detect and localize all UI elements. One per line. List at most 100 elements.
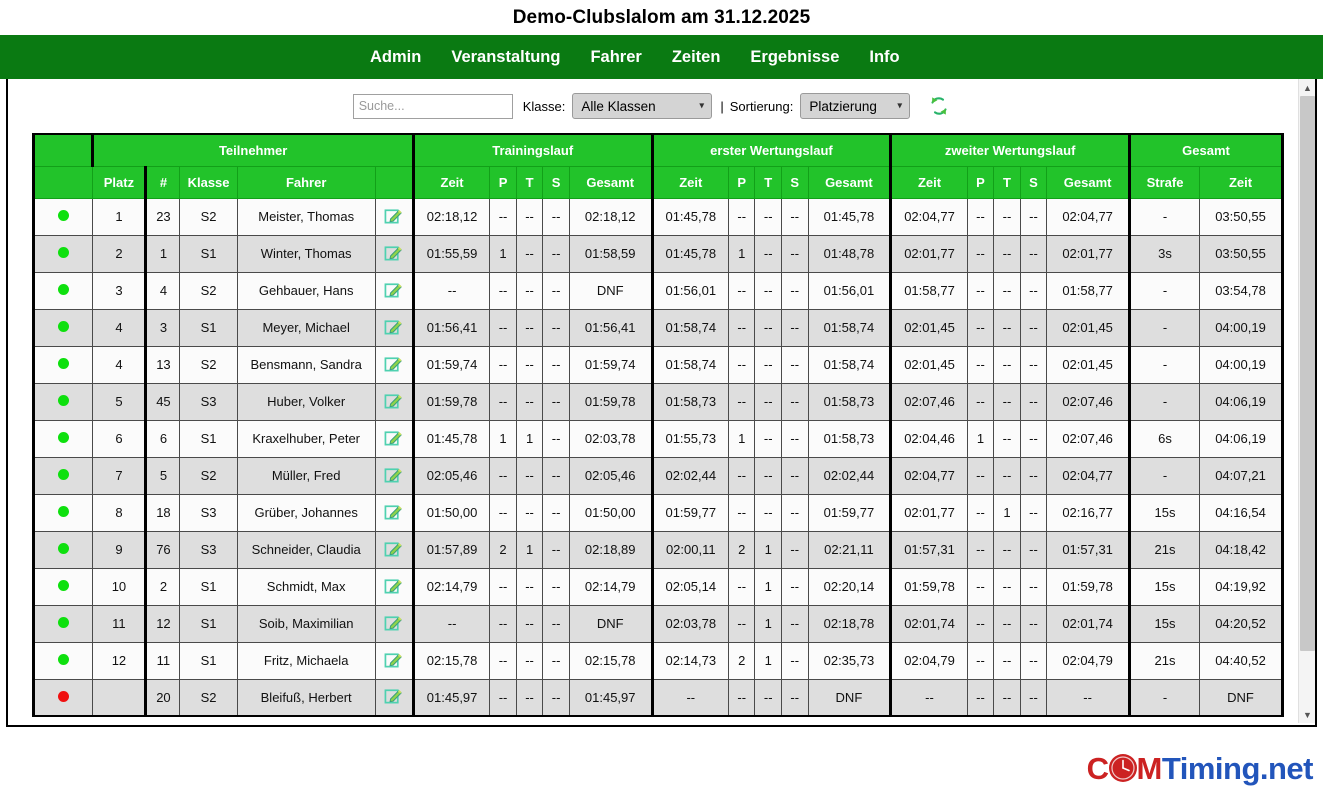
edit-driver-button[interactable] (374, 345, 415, 384)
cell-w1-p: -- (727, 271, 756, 310)
col-fahrer[interactable]: Fahrer (236, 165, 376, 199)
edit-driver-button[interactable] (374, 456, 415, 495)
col-platz[interactable]: Platz (92, 165, 147, 199)
col-tr-gesamt[interactable]: Gesamt (568, 165, 654, 199)
cell-w1-p: -- (727, 493, 756, 532)
edit-driver-button[interactable] (374, 382, 415, 421)
edit-pencil-icon[interactable] (384, 576, 403, 595)
sortierung-select[interactable]: Platzierung ▾ (800, 93, 911, 119)
refresh-icon[interactable] (926, 93, 952, 119)
col-w1-zeit[interactable]: Zeit (651, 165, 729, 199)
edit-driver-button[interactable] (374, 678, 415, 717)
search-input[interactable] (352, 93, 513, 119)
cell-tr-t: -- (515, 641, 544, 680)
cell-w1-zeit: -- (651, 678, 729, 717)
cell-tr-zeit: 01:56,41 (412, 308, 491, 347)
nav-item-fahrer[interactable]: Fahrer (590, 48, 641, 67)
table-row[interactable]: 5 45 S3 Huber, Volker 01:59,78 -- -- -- 01:59,78… (32, 382, 1283, 421)
cell-fahrer: Gehbauer, Hans (236, 271, 376, 310)
cell-fahrer: Schneider, Claudia (236, 530, 376, 569)
chevron-down-icon[interactable]: ▼ (1299, 706, 1315, 723)
table-row[interactable]: 8 18 S3 Grüber, Johannes 01:50,00 -- -- -- 01:50… (32, 493, 1283, 532)
edit-driver-button[interactable] (374, 604, 415, 643)
nav-item-veranstaltung[interactable]: Veranstaltung (451, 48, 560, 67)
cell-w2-zeit: 02:01,77 (890, 493, 968, 532)
nav-item-admin[interactable]: Admin (370, 48, 421, 67)
table-row[interactable]: 3 4 S2 Gehbauer, Hans -- -- -- -- DNF 01:56,01 -- -… (32, 271, 1283, 310)
edit-pencil-icon[interactable] (384, 206, 403, 225)
cell-w1-gesamt: 01:58,74 (807, 345, 893, 384)
edit-driver-button[interactable] (374, 271, 415, 310)
cell-startnumber: 6 (144, 419, 181, 458)
cell-gesamt-zeit: DNF (1199, 678, 1283, 717)
cell-platz: 12 (92, 641, 147, 680)
table-row[interactable]: 9 76 S3 Schneider, Claudia 01:57,89 2 1 -- 02:18… (32, 530, 1283, 569)
edit-pencil-icon[interactable] (384, 465, 403, 484)
cell-klasse: S2 (179, 345, 238, 384)
edit-pencil-icon[interactable] (384, 502, 403, 521)
edit-driver-button[interactable] (374, 419, 415, 458)
col-tr-zeit[interactable]: Zeit (412, 165, 491, 199)
edit-pencil-icon[interactable] (384, 243, 403, 262)
edit-driver-button[interactable] (374, 493, 415, 532)
col-w2-zeit[interactable]: Zeit (890, 165, 968, 199)
cell-w2-zeit: 02:04,77 (890, 197, 968, 236)
vertical-scrollbar[interactable]: ▲ ▼ (1298, 79, 1315, 723)
edit-driver-button[interactable] (374, 641, 415, 680)
scrollbar-thumb[interactable] (1300, 96, 1315, 651)
table-row[interactable]: 7 5 S2 Müller, Fred 02:05,46 -- -- -- 02:05,46 02… (32, 456, 1283, 495)
edit-pencil-icon[interactable] (384, 613, 403, 632)
cell-w2-s: -- (1019, 308, 1048, 347)
cell-w2-gesamt: 01:59,78 (1046, 567, 1131, 606)
nav-item-ergebnisse[interactable]: Ergebnisse (750, 48, 839, 67)
cell-startnumber: 23 (144, 197, 181, 236)
col-strafe[interactable]: Strafe (1128, 165, 1201, 199)
edit-pencil-icon[interactable] (384, 539, 403, 558)
edit-pencil-icon[interactable] (384, 686, 403, 705)
table-row[interactable]: 12 11 S1 Fritz, Michaela 02:15,78 -- -- -- 02:15… (32, 641, 1283, 680)
edit-pencil-icon[interactable] (384, 317, 403, 336)
edit-driver-button[interactable] (374, 308, 415, 347)
edit-pencil-icon[interactable] (384, 391, 403, 410)
table-row[interactable]: 10 2 S1 Schmidt, Max 02:14,79 -- -- -- 02:14,79 0… (32, 567, 1283, 606)
col-startnumber[interactable]: # (144, 165, 181, 199)
nav-item-info[interactable]: Info (869, 48, 899, 67)
edit-driver-button[interactable] (374, 530, 415, 569)
cell-strafe: 15s (1128, 604, 1201, 643)
cell-strafe: - (1128, 271, 1201, 310)
cell-startnumber: 4 (144, 271, 181, 310)
table-row[interactable]: 4 3 S1 Meyer, Michael 01:56,41 -- -- -- 01:56,41… (32, 308, 1283, 347)
cell-w1-zeit: 01:58,73 (651, 382, 729, 421)
edit-pencil-icon[interactable] (384, 280, 403, 299)
cell-strafe: - (1128, 308, 1201, 347)
col-klasse[interactable]: Klasse (179, 165, 238, 199)
cell-w2-zeit: 02:07,46 (890, 382, 968, 421)
cell-w1-gesamt: 01:48,78 (807, 234, 893, 273)
cell-fahrer: Kraxelhuber, Peter (236, 419, 376, 458)
edit-pencil-icon[interactable] (384, 650, 403, 669)
cell-w1-s: -- (781, 678, 809, 717)
col-w2-gesamt[interactable]: Gesamt (1046, 165, 1131, 199)
edit-pencil-icon[interactable] (384, 428, 403, 447)
cell-tr-gesamt: 02:15,78 (568, 641, 654, 680)
edit-pencil-icon[interactable] (384, 354, 403, 373)
table-row[interactable]: 4 13 S2 Bensmann, Sandra 01:59,74 -- -- -- 01:59… (32, 345, 1283, 384)
table-row[interactable]: 11 12 S1 Soib, Maximilian -- -- -- -- DNF 02:03,7… (32, 604, 1283, 643)
klasse-select[interactable]: Alle Klassen ▾ (572, 93, 713, 119)
table-row[interactable]: 2 1 S1 Winter, Thomas 01:55,59 1 -- -- 01:58,59 0… (32, 234, 1283, 273)
col-gesamt-zeit[interactable]: Zeit (1199, 165, 1283, 199)
cell-w2-p: -- (966, 308, 995, 347)
nav-item-zeiten[interactable]: Zeiten (672, 48, 721, 67)
table-row[interactable]: 6 6 S1 Kraxelhuber, Peter 01:45,78 1 1 -- 02:03,… (32, 419, 1283, 458)
table-row[interactable]: 1 23 S2 Meister, Thomas 02:18,12 -- -- -- 02:18,… (32, 197, 1283, 236)
edit-driver-button[interactable] (374, 234, 415, 273)
table-row[interactable]: 20 S2 Bleifuß, Herbert 01:45,97 -- -- -- 01:45,… (32, 678, 1283, 717)
col-w1-gesamt[interactable]: Gesamt (807, 165, 893, 199)
cell-gesamt-zeit: 04:06,19 (1199, 419, 1283, 458)
edit-driver-button[interactable] (374, 197, 415, 236)
cell-w1-t: -- (754, 271, 782, 310)
chevron-up-icon[interactable]: ▲ (1299, 79, 1315, 96)
cell-gesamt-zeit: 04:00,19 (1199, 308, 1283, 347)
cell-startnumber: 18 (144, 493, 181, 532)
edit-driver-button[interactable] (374, 567, 415, 606)
